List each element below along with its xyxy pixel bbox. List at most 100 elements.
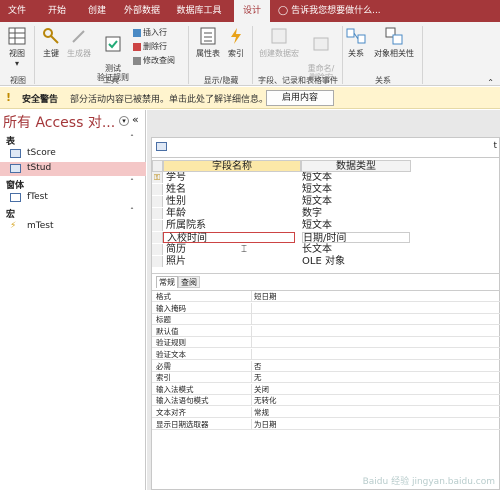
property-row[interactable]: 标题 bbox=[152, 314, 500, 326]
field-name-cell[interactable]: 照片 bbox=[166, 256, 298, 267]
object-dependencies-button[interactable]: 对象相关性 bbox=[370, 26, 418, 59]
rename-macro-icon bbox=[313, 37, 329, 51]
insert-rows-button[interactable]: 插入行 bbox=[133, 27, 167, 38]
property-row[interactable]: 验证文本 bbox=[152, 349, 500, 360]
data-type-cell[interactable]: 短文本 bbox=[302, 184, 410, 195]
property-row[interactable]: 验证规则 bbox=[152, 337, 500, 349]
relationships-button[interactable]: 关系 bbox=[345, 26, 367, 59]
security-warning-bar: ! 安全警告 部分活动内容已被禁用。单击此处了解详细信息。 启用内容 bbox=[0, 87, 500, 109]
property-sheet-button[interactable]: 属性表 bbox=[192, 26, 224, 59]
row-selector[interactable] bbox=[152, 244, 163, 255]
data-type-cell[interactable]: OLE 对象 bbox=[302, 256, 410, 267]
table-row[interactable]: 简历 长文本 bbox=[152, 244, 500, 255]
data-type-cell[interactable]: 短文本 bbox=[302, 220, 410, 231]
tab-lookup[interactable]: 查阅 bbox=[178, 276, 200, 288]
nav-group-macros[interactable]: 宏 bbox=[6, 207, 15, 220]
field-name-cell[interactable]: 姓名 bbox=[166, 184, 298, 195]
row-selector[interactable] bbox=[152, 196, 163, 207]
data-type-cell[interactable]: 数字 bbox=[302, 208, 410, 219]
property-value[interactable]: 无转化 bbox=[254, 395, 277, 406]
table-row[interactable]: 姓名 短文本 bbox=[152, 184, 500, 195]
table-row[interactable]: 年龄 数字 bbox=[152, 208, 500, 219]
field-name-cell[interactable]: 年龄 bbox=[166, 208, 298, 219]
property-row[interactable]: 显示日期选取器 为日期 bbox=[152, 418, 500, 430]
property-value[interactable]: 无 bbox=[254, 372, 262, 383]
property-row[interactable]: 输入掩码 bbox=[152, 302, 500, 314]
table-row[interactable]: 入校时间 日期/时间 bbox=[152, 232, 500, 244]
rename-delete-macro-button[interactable]: 重命名/ 删除宏 bbox=[303, 26, 339, 82]
tab-file[interactable]: 文件 bbox=[0, 0, 34, 22]
table-row[interactable]: 性别 短文本 bbox=[152, 196, 500, 207]
nav-group-tables[interactable]: 表 bbox=[6, 134, 15, 147]
create-data-macros-button[interactable]: 创建数据宏 bbox=[256, 26, 302, 59]
shutter-bar-icon[interactable]: « bbox=[132, 113, 139, 126]
table-row[interactable]: ⚿ 学号 短文本 bbox=[152, 172, 500, 183]
tell-me-box[interactable]: ◯ 告诉我您想要做什么... bbox=[278, 0, 398, 22]
collapse-icon[interactable]: ˆ bbox=[130, 178, 134, 187]
property-row[interactable]: 输入法语句模式 无转化 bbox=[152, 395, 500, 407]
form-icon bbox=[10, 193, 21, 202]
indexes-button[interactable]: 索引 bbox=[224, 26, 248, 59]
nav-title[interactable]: 所有 Access 对... bbox=[3, 112, 115, 132]
data-type-cell[interactable]: 长文本 bbox=[302, 244, 410, 255]
field-name-cell[interactable]: 性别 bbox=[166, 196, 298, 207]
tab-database-tools[interactable]: 数据库工具 bbox=[172, 0, 226, 22]
property-row[interactable]: 索引 无 bbox=[152, 372, 500, 384]
group-label-field-events: 字段、记录和表格事件 bbox=[258, 76, 338, 85]
nav-item-tstud[interactable]: tStud bbox=[0, 162, 146, 176]
property-value[interactable]: 短日期 bbox=[254, 291, 277, 302]
primary-key-icon[interactable]: ⚿ bbox=[152, 172, 163, 183]
nav-group-forms[interactable]: 窗体 bbox=[6, 178, 24, 191]
nav-item-mtest[interactable]: ⚡ mTest bbox=[0, 220, 146, 234]
row-selector[interactable] bbox=[152, 184, 163, 195]
property-row[interactable]: 格式 短日期 bbox=[152, 291, 500, 302]
field-name-cell[interactable]: 所属院系 bbox=[166, 220, 298, 231]
column-divider bbox=[251, 291, 252, 302]
tab-general[interactable]: 常规 bbox=[156, 276, 178, 288]
builder-button[interactable]: 生成器 bbox=[64, 26, 94, 59]
data-type-cell[interactable]: 短文本 bbox=[302, 196, 410, 207]
test-validation-button[interactable]: 测试 验证规则 bbox=[95, 26, 131, 82]
tab-create[interactable]: 创建 bbox=[80, 0, 114, 22]
enable-content-button[interactable]: 启用内容 bbox=[266, 90, 334, 106]
modify-lookups-button[interactable]: 修改查阅 bbox=[133, 55, 175, 66]
data-type-cell[interactable]: 短文本 bbox=[302, 172, 410, 183]
data-type-cell[interactable]: 日期/时间 bbox=[302, 232, 410, 244]
group-separator bbox=[342, 26, 343, 84]
row-selector[interactable] bbox=[152, 220, 163, 231]
collapse-icon[interactable]: ˆ bbox=[130, 207, 134, 216]
view-button[interactable]: 视图 ▾ bbox=[4, 26, 30, 68]
property-row[interactable]: 文本对齐 常规 bbox=[152, 407, 500, 418]
table-row[interactable]: 所属院系 短文本 bbox=[152, 220, 500, 231]
primary-key-button[interactable]: 主键 bbox=[38, 26, 64, 59]
tab-design[interactable]: 设计 bbox=[234, 0, 270, 22]
property-value[interactable]: 为日期 bbox=[254, 419, 277, 430]
tab-home[interactable]: 开始 bbox=[40, 0, 74, 22]
field-name-cell[interactable]: 入校时间 bbox=[163, 232, 295, 244]
nav-menu-icon[interactable]: ▾ bbox=[119, 116, 129, 126]
property-row[interactable]: 输入法模式 关闭 bbox=[152, 383, 500, 395]
nav-item-ftest[interactable]: fTest bbox=[0, 191, 146, 205]
property-value[interactable]: 关闭 bbox=[254, 384, 269, 395]
document-tab[interactable]: t bbox=[151, 137, 500, 157]
collapse-ribbon-icon[interactable]: ⌃ bbox=[487, 78, 494, 87]
nav-item-tscore[interactable]: tScore bbox=[0, 147, 146, 161]
field-name-cell[interactable]: 简历 bbox=[166, 244, 298, 255]
property-name: 输入法语句模式 bbox=[156, 396, 209, 406]
property-row[interactable]: 必需 否 bbox=[152, 360, 500, 372]
row-selector[interactable] bbox=[152, 208, 163, 219]
data-type-header: 数据类型 bbox=[301, 160, 411, 172]
row-selector[interactable] bbox=[152, 232, 163, 243]
warning-text[interactable]: 部分活动内容已被禁用。单击此处了解详细信息。 bbox=[70, 92, 268, 105]
collapse-icon[interactable]: ˆ bbox=[130, 134, 134, 143]
field-name-cell[interactable]: 学号 bbox=[166, 172, 298, 183]
property-name: 标题 bbox=[156, 315, 171, 325]
tab-external-data[interactable]: 外部数据 bbox=[118, 0, 166, 22]
delete-rows-button[interactable]: 删除行 bbox=[133, 41, 167, 52]
table-row[interactable]: 照片 OLE 对象 bbox=[152, 256, 500, 267]
property-value[interactable]: 常规 bbox=[254, 407, 269, 418]
row-selector[interactable] bbox=[152, 256, 163, 267]
property-row[interactable]: 默认值 bbox=[152, 325, 500, 337]
property-value[interactable]: 否 bbox=[254, 361, 262, 372]
ribbon: 视图 ▾ 主键 生成器 测试 验证规则 插入行 删除行 修改查阅 属性表 索引 创… bbox=[0, 22, 500, 87]
